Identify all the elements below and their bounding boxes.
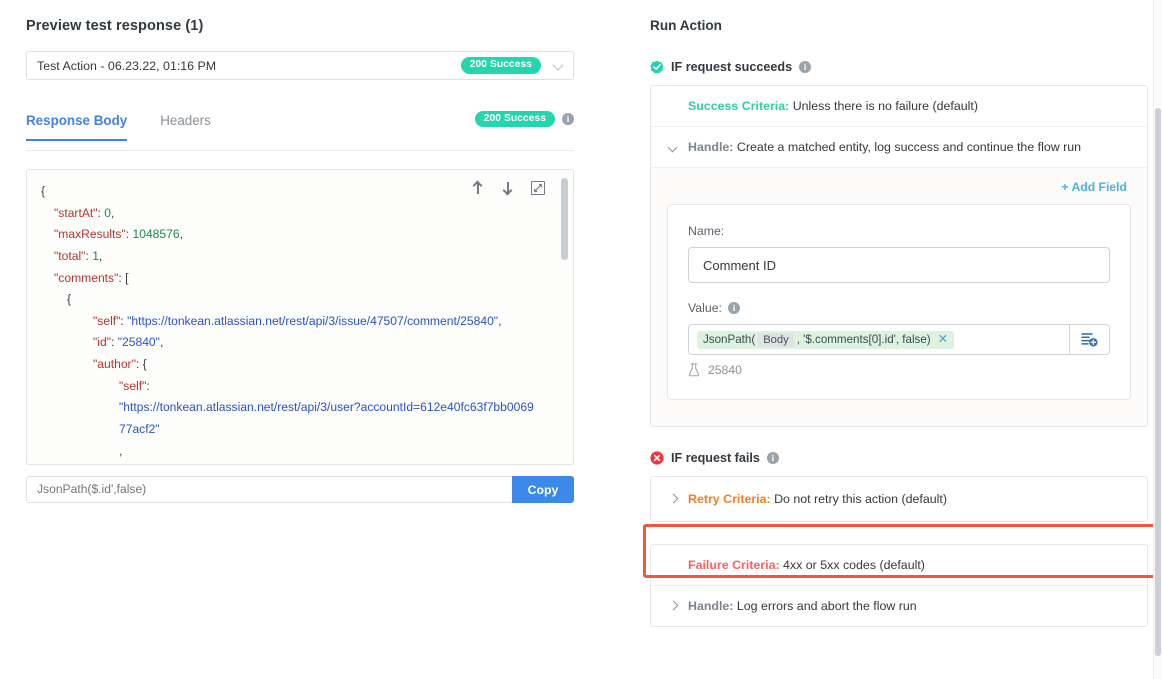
code-line: "total": 1, xyxy=(41,246,539,268)
json-response-text: {"startAt": 0,"maxResults": 1048576,"tot… xyxy=(27,170,573,465)
token-suffix: , '$.comments[0].id', false) xyxy=(797,333,931,346)
jsonpath-input[interactable] xyxy=(26,476,512,503)
failure-handle-row[interactable]: Handle: Log errors and abort the flow ru… xyxy=(651,585,1147,626)
code-line: "self": xyxy=(41,376,539,398)
success-handle-label: Handle: xyxy=(688,140,733,154)
failure-criteria-label: Failure Criteria: xyxy=(688,558,780,572)
retry-criteria-value: Do not retry this action (default) xyxy=(774,492,947,506)
success-handle-row[interactable]: Handle: Create a matched entity, log suc… xyxy=(651,126,1147,167)
code-scrollbar[interactable] xyxy=(561,178,568,460)
chevron-down-icon[interactable] xyxy=(553,60,565,72)
tab-response-body[interactable]: Response Body xyxy=(26,113,127,141)
retry-criteria-card: Retry Criteria: Do not retry this action… xyxy=(650,476,1148,522)
response-body-code[interactable]: {"startAt": 0,"maxResults": 1048576,"tot… xyxy=(26,169,574,465)
info-icon[interactable]: i xyxy=(728,302,740,314)
preview-test-response-panel: Preview test response (1) Test Action - … xyxy=(0,0,620,679)
flask-icon xyxy=(688,363,700,377)
code-line: { xyxy=(41,181,539,203)
failure-handle-value: Log errors and abort the flow run xyxy=(737,599,917,613)
code-line: "https://tonkean.atlassian.net/rest/api/… xyxy=(41,397,539,440)
tab-headers[interactable]: Headers xyxy=(160,113,211,139)
name-label: Name: xyxy=(688,224,1110,238)
tabs-status-group: 200 Success i xyxy=(475,111,574,127)
insert-field-button[interactable] xyxy=(1069,324,1110,355)
jsonpath-row: Copy xyxy=(26,476,574,503)
arrow-down-icon[interactable] xyxy=(501,180,514,196)
page-scrollbar[interactable] xyxy=(1153,0,1162,679)
retry-criteria-label: Retry Criteria: xyxy=(688,492,771,506)
if-request-succeeds-label: IF request succeeds xyxy=(671,60,792,74)
failure-criteria-value: 4xx or 5xx codes (default) xyxy=(783,558,925,572)
copy-button[interactable]: Copy xyxy=(512,476,574,503)
if-request-succeeds-header: IF request succeeds i xyxy=(650,60,1148,74)
test-run-label: Test Action - 06.23.22, 01:16 PM xyxy=(37,59,461,73)
token-prefix: JsonPath( xyxy=(703,333,755,346)
code-line: "comments": [ xyxy=(41,268,539,290)
code-line: "accountId": "612e40fc63f7bb006977acf2", xyxy=(41,462,539,465)
code-line: "startAt": 0, xyxy=(41,203,539,225)
page-title: Preview test response (1) xyxy=(26,18,596,34)
code-line: { xyxy=(41,289,539,311)
expand-icon[interactable] xyxy=(531,181,545,195)
jsonpath-token[interactable]: JsonPath( Body , '$.comments[0].id', fal… xyxy=(697,331,954,349)
page-scrollbar-thumb[interactable] xyxy=(1155,108,1161,656)
app-root: Preview test response (1) Test Action - … xyxy=(0,0,1162,679)
close-icon[interactable]: ✕ xyxy=(938,333,948,346)
info-icon[interactable]: i xyxy=(767,452,779,464)
chevron-right-icon[interactable] xyxy=(669,600,679,613)
info-icon[interactable]: i xyxy=(799,61,811,73)
code-line: , xyxy=(41,441,539,463)
success-card: Success Criteria: Unless there is no fai… xyxy=(650,85,1148,427)
success-handle-value: Create a matched entity, log success and… xyxy=(737,140,1081,154)
success-criteria-row[interactable]: Success Criteria: Unless there is no fai… xyxy=(651,86,1147,126)
code-line: "self": "https://tonkean.atlassian.net/r… xyxy=(41,311,539,333)
if-request-fails-header: IF request fails i xyxy=(650,451,1148,465)
field-editor-card: Name: Comment ID Value: i JsonPath( Body… xyxy=(667,204,1131,400)
failure-handle-label: Handle: xyxy=(688,599,733,613)
code-line: "author": { xyxy=(41,354,539,376)
insert-field-icon xyxy=(1081,331,1098,348)
value-label: Value: xyxy=(688,301,722,315)
token-source-chip[interactable]: Body xyxy=(758,333,794,347)
chevron-down-icon[interactable] xyxy=(669,141,679,154)
tabs-status-badge: 200 Success xyxy=(475,111,555,127)
failure-card: Failure Criteria: 4xx or 5xx codes (defa… xyxy=(650,544,1148,627)
failure-criteria-row[interactable]: Failure Criteria: 4xx or 5xx codes (defa… xyxy=(651,545,1147,585)
code-line: "id": "25840", xyxy=(41,332,539,354)
value-preview: 25840 xyxy=(688,363,1110,377)
code-toolbar xyxy=(471,180,545,196)
check-badge-icon xyxy=(650,60,664,74)
field-value-input[interactable]: JsonPath( Body , '$.comments[0].id', fal… xyxy=(688,324,1069,355)
success-handle-body: + Add Field Name: Comment ID Value: i Js… xyxy=(651,167,1147,426)
error-circle-icon xyxy=(650,451,664,465)
chevron-right-icon[interactable] xyxy=(669,493,679,506)
field-value-row: JsonPath( Body , '$.comments[0].id', fal… xyxy=(688,324,1110,355)
info-icon[interactable]: i xyxy=(562,113,574,125)
if-request-fails-label: IF request fails xyxy=(671,451,760,465)
field-name-input[interactable]: Comment ID xyxy=(688,247,1110,283)
run-action-panel: Run Action IF request succeeds i Success… xyxy=(650,0,1162,679)
run-action-title: Run Action xyxy=(650,18,1148,33)
response-tabs: Response Body Headers 200 Success i xyxy=(26,113,574,151)
add-field-button[interactable]: + Add Field xyxy=(667,178,1131,202)
success-criteria-label: Success Criteria: xyxy=(688,99,789,113)
code-line: "maxResults": 1048576, xyxy=(41,224,539,246)
value-label-row: Value: i xyxy=(688,301,1110,315)
value-preview-text: 25840 xyxy=(708,363,742,377)
retry-criteria-row[interactable]: Retry Criteria: Do not retry this action… xyxy=(651,477,1147,521)
success-criteria-value: Unless there is no failure (default) xyxy=(793,99,978,113)
status-badge: 200 Success xyxy=(461,57,541,73)
arrow-up-icon[interactable] xyxy=(471,180,484,196)
test-run-select[interactable]: Test Action - 06.23.22, 01:16 PM 200 Suc… xyxy=(26,51,574,80)
